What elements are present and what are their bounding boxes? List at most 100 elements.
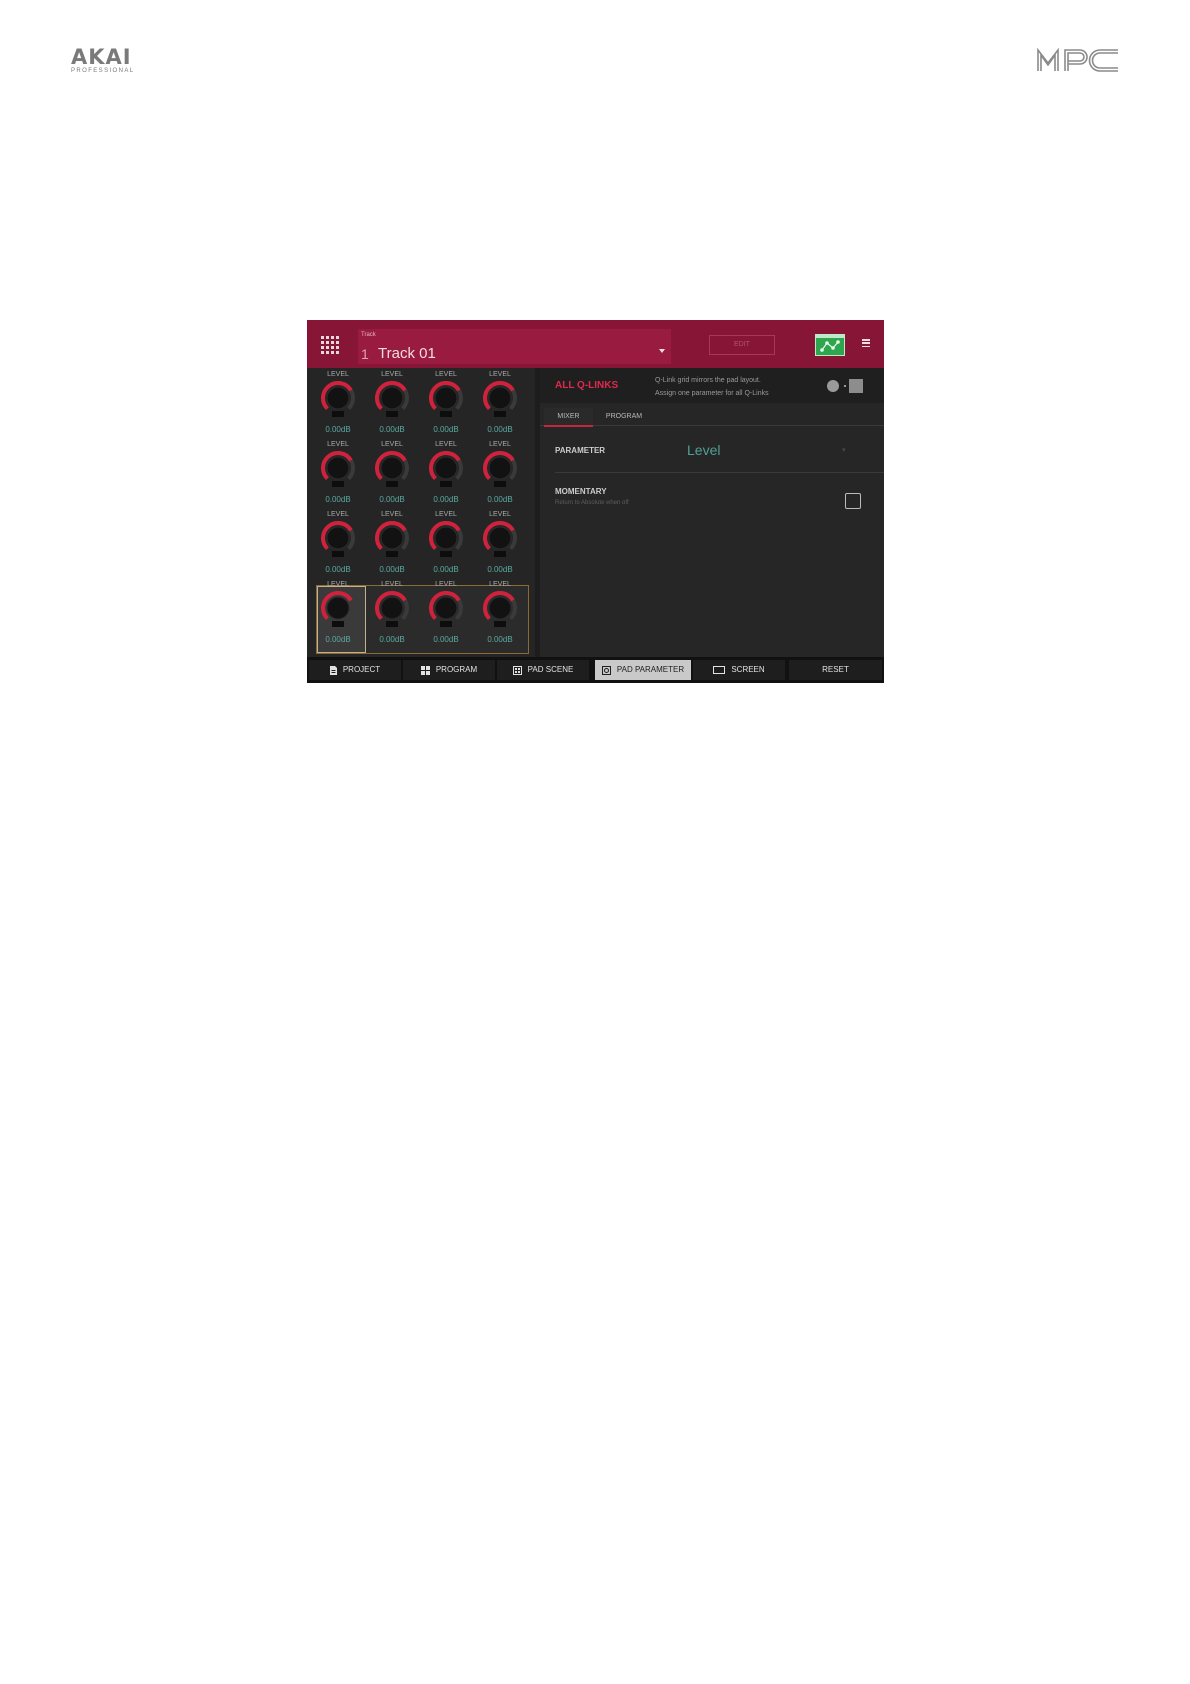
- mpc-logo: [1037, 47, 1118, 72]
- parameter-label: PARAMETER: [555, 446, 606, 455]
- pad-scene-button-label: PAD SCENE: [527, 665, 574, 674]
- qlink-settings-panel: ALL Q-LINKS Q-Link grid mirrors the pad …: [540, 368, 884, 657]
- reset-button-label: RESET: [822, 665, 849, 674]
- qlink-knob[interactable]: LEVEL 0.00dB: [473, 368, 527, 438]
- panel-title: ALL Q-LINKS: [555, 380, 619, 391]
- knob-value: 0.00dB: [379, 635, 405, 644]
- grid-icon[interactable]: [321, 336, 339, 354]
- track-name: Track 01: [378, 345, 436, 362]
- panel-description-line1: Q-Link grid mirrors the pad layout.: [655, 377, 761, 384]
- project-button-label: PROJECT: [342, 665, 381, 674]
- knob-label: LEVEL: [381, 581, 403, 588]
- panel-tabs: MIXER PROGRAM: [540, 408, 884, 427]
- akai-logo-subtext: PROFESSIONAL: [71, 68, 135, 74]
- track-number: 1: [361, 346, 369, 362]
- mode-pad-toggle[interactable]: [849, 379, 863, 393]
- menu-icon[interactable]: [862, 339, 870, 347]
- knob-dial-icon: [375, 381, 409, 417]
- knob-label: LEVEL: [435, 371, 457, 378]
- tab-mixer[interactable]: MIXER: [544, 408, 593, 427]
- knob-value: 0.00dB: [433, 495, 459, 504]
- track-selector[interactable]: Track 1 Track 01: [358, 329, 671, 364]
- knob-value: 0.00dB: [433, 425, 459, 434]
- knob-value: 0.00dB: [379, 495, 405, 504]
- knob-dial-icon: [429, 451, 463, 487]
- knob-dial-icon: [375, 451, 409, 487]
- knob-value: 0.00dB: [487, 425, 513, 434]
- qlink-knob[interactable]: LEVEL 0.00dB: [365, 438, 419, 508]
- knob-label: LEVEL: [327, 511, 349, 518]
- knob-value: 0.00dB: [433, 635, 459, 644]
- reset-button[interactable]: RESET: [789, 660, 882, 680]
- automation-icon: [816, 335, 844, 352]
- qlink-knob[interactable]: LEVEL 0.00dB: [419, 438, 473, 508]
- knob-value: 0.00dB: [487, 495, 513, 504]
- knob-value: 0.00dB: [487, 565, 513, 574]
- screen-icon: [713, 666, 726, 674]
- program-button[interactable]: PROGRAM: [403, 660, 495, 680]
- mode-knob-toggle[interactable]: [827, 380, 839, 392]
- knob-label: LEVEL: [381, 441, 403, 448]
- qlink-knob[interactable]: LEVEL 0.00dB: [365, 508, 419, 578]
- knob-value: 0.00dB: [325, 565, 351, 574]
- knob-dial-icon: [483, 381, 517, 417]
- chevron-down-icon: [659, 349, 665, 353]
- akai-logo-text: AKAI: [71, 45, 132, 69]
- qlink-knob[interactable]: LEVEL 0.00dB: [311, 368, 365, 438]
- project-button[interactable]: PROJECT: [309, 660, 401, 680]
- pad-parameter-icon: [601, 665, 611, 675]
- knob-label: LEVEL: [435, 511, 457, 518]
- qlink-knob[interactable]: LEVEL 0.00dB: [311, 578, 365, 648]
- top-bar: Track 1 Track 01 EDIT: [307, 320, 884, 368]
- knob-value: 0.00dB: [325, 425, 351, 434]
- momentary-label: MOMENTARY: [555, 487, 607, 496]
- momentary-checkbox[interactable]: [845, 493, 861, 509]
- qlink-knob[interactable]: LEVEL 0.00dB: [311, 508, 365, 578]
- qlink-knob[interactable]: LEVEL 0.00dB: [473, 578, 527, 648]
- knob-label: LEVEL: [327, 581, 349, 588]
- qlink-knob-grid: LEVEL 0.00dB LEVEL 0.00dB LEVEL 0.00dB LEVEL 0.…: [307, 368, 535, 657]
- knob-dial-icon: [429, 381, 463, 417]
- knob-dial-icon: [483, 451, 517, 487]
- qlink-knob[interactable]: LEVEL 0.00dB: [365, 578, 419, 648]
- qlink-knob[interactable]: LEVEL 0.00dB: [419, 578, 473, 648]
- knob-value: 0.00dB: [487, 635, 513, 644]
- tab-program[interactable]: PROGRAM: [595, 408, 653, 425]
- grid-four-icon: [420, 665, 430, 675]
- pad-scene-button[interactable]: PAD SCENE: [497, 660, 589, 680]
- panel-description-line2: Assign one parameter for all Q-Links: [655, 390, 769, 397]
- qlink-knob[interactable]: LEVEL 0.00dB: [419, 368, 473, 438]
- qlink-knob[interactable]: LEVEL 0.00dB: [311, 438, 365, 508]
- knob-dial-icon: [321, 451, 355, 487]
- knob-dial-icon: [375, 521, 409, 557]
- knob-dial-icon: [375, 591, 409, 627]
- knob-dial-icon: [483, 591, 517, 627]
- knob-dial-icon: [321, 521, 355, 557]
- program-button-label: PROGRAM: [435, 665, 478, 674]
- knob-value: 0.00dB: [379, 425, 405, 434]
- qlink-knob[interactable]: LEVEL 0.00dB: [419, 508, 473, 578]
- knob-label: LEVEL: [381, 511, 403, 518]
- knob-dial-icon: [321, 591, 355, 627]
- automation-button[interactable]: [815, 334, 845, 356]
- knob-dial-icon: [429, 591, 463, 627]
- divider: [555, 472, 884, 473]
- screen-button-label: SCREEN: [731, 665, 765, 674]
- knob-value: 0.00dB: [379, 565, 405, 574]
- knob-label: LEVEL: [489, 581, 511, 588]
- knob-label: LEVEL: [327, 441, 349, 448]
- parameter-value-dropdown[interactable]: Level: [687, 442, 720, 458]
- document-icon: [329, 665, 337, 675]
- track-caption: Track: [361, 332, 376, 338]
- pad-parameter-button-label: PAD PARAMETER: [616, 665, 685, 674]
- qlink-knob[interactable]: LEVEL 0.00dB: [473, 438, 527, 508]
- toggle-separator: [844, 385, 846, 387]
- screen-button[interactable]: SCREEN: [693, 660, 785, 680]
- qlink-knob[interactable]: LEVEL 0.00dB: [365, 368, 419, 438]
- mpc-screen: Track 1 Track 01 EDIT LEVEL 0.00dB LEVEL 0.…: [307, 320, 884, 683]
- edit-button[interactable]: EDIT: [709, 335, 775, 355]
- pad-parameter-button[interactable]: PAD PARAMETER: [595, 660, 691, 680]
- knob-label: LEVEL: [435, 581, 457, 588]
- pad-scene-icon: [512, 665, 522, 675]
- qlink-knob[interactable]: LEVEL 0.00dB: [473, 508, 527, 578]
